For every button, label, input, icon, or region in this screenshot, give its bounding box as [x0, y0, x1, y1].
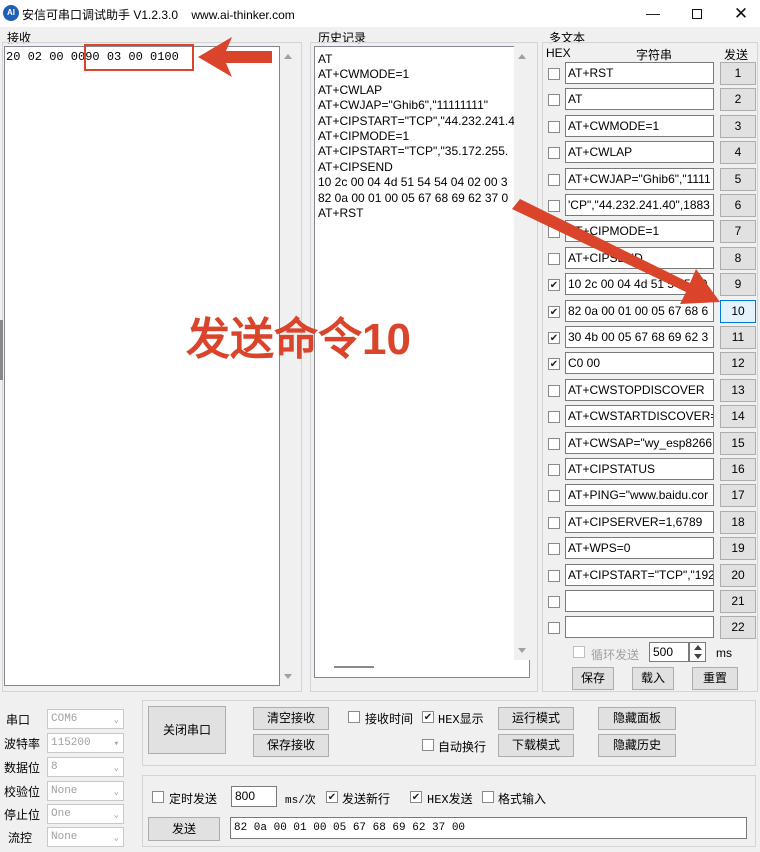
annotation-arrows	[198, 37, 720, 304]
arrow-to-receive	[198, 37, 272, 77]
arrow-to-send-button-10	[512, 199, 720, 304]
annotation-text: 发送命令10	[186, 315, 411, 364]
